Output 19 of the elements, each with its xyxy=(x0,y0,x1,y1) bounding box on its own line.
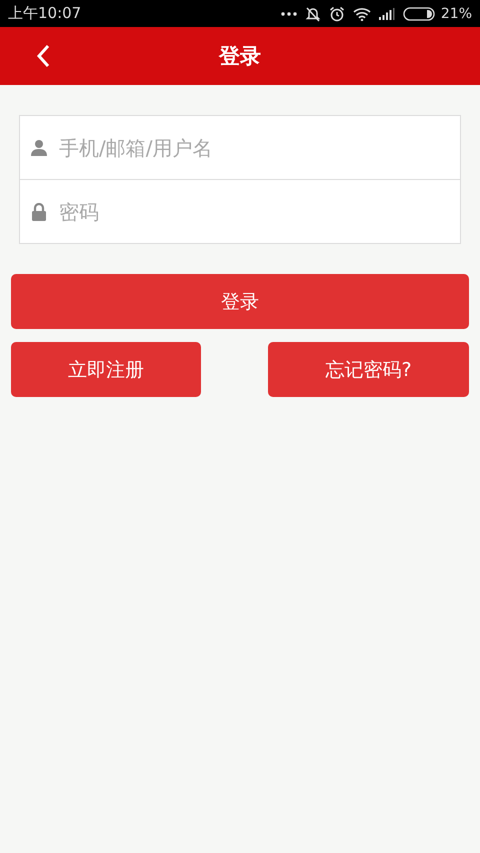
forgot-password-button[interactable]: 忘记密码? xyxy=(268,342,469,397)
back-icon[interactable] xyxy=(36,44,50,68)
username-input[interactable]: 手机/邮箱/用户名 xyxy=(57,126,460,168)
login-button[interactable]: 登录 xyxy=(11,274,469,329)
signal-icon xyxy=(378,8,395,20)
lock-icon xyxy=(31,202,47,220)
battery-percent: 21% xyxy=(440,6,472,22)
battery-icon xyxy=(402,6,437,20)
user-icon xyxy=(31,138,47,156)
password-field[interactable]: 密码 xyxy=(19,180,461,244)
register-button[interactable]: 立即注册 xyxy=(11,342,201,397)
more-dots-icon xyxy=(280,12,297,16)
page-title: 登录 xyxy=(219,43,261,70)
password-input[interactable]: 密码 xyxy=(57,190,460,232)
wifi-icon xyxy=(352,6,371,20)
muted-bell-icon xyxy=(304,6,321,22)
alarm-icon xyxy=(328,6,345,22)
username-field[interactable]: 手机/邮箱/用户名 xyxy=(19,115,461,180)
status-time: 上午10:07 xyxy=(8,4,82,23)
